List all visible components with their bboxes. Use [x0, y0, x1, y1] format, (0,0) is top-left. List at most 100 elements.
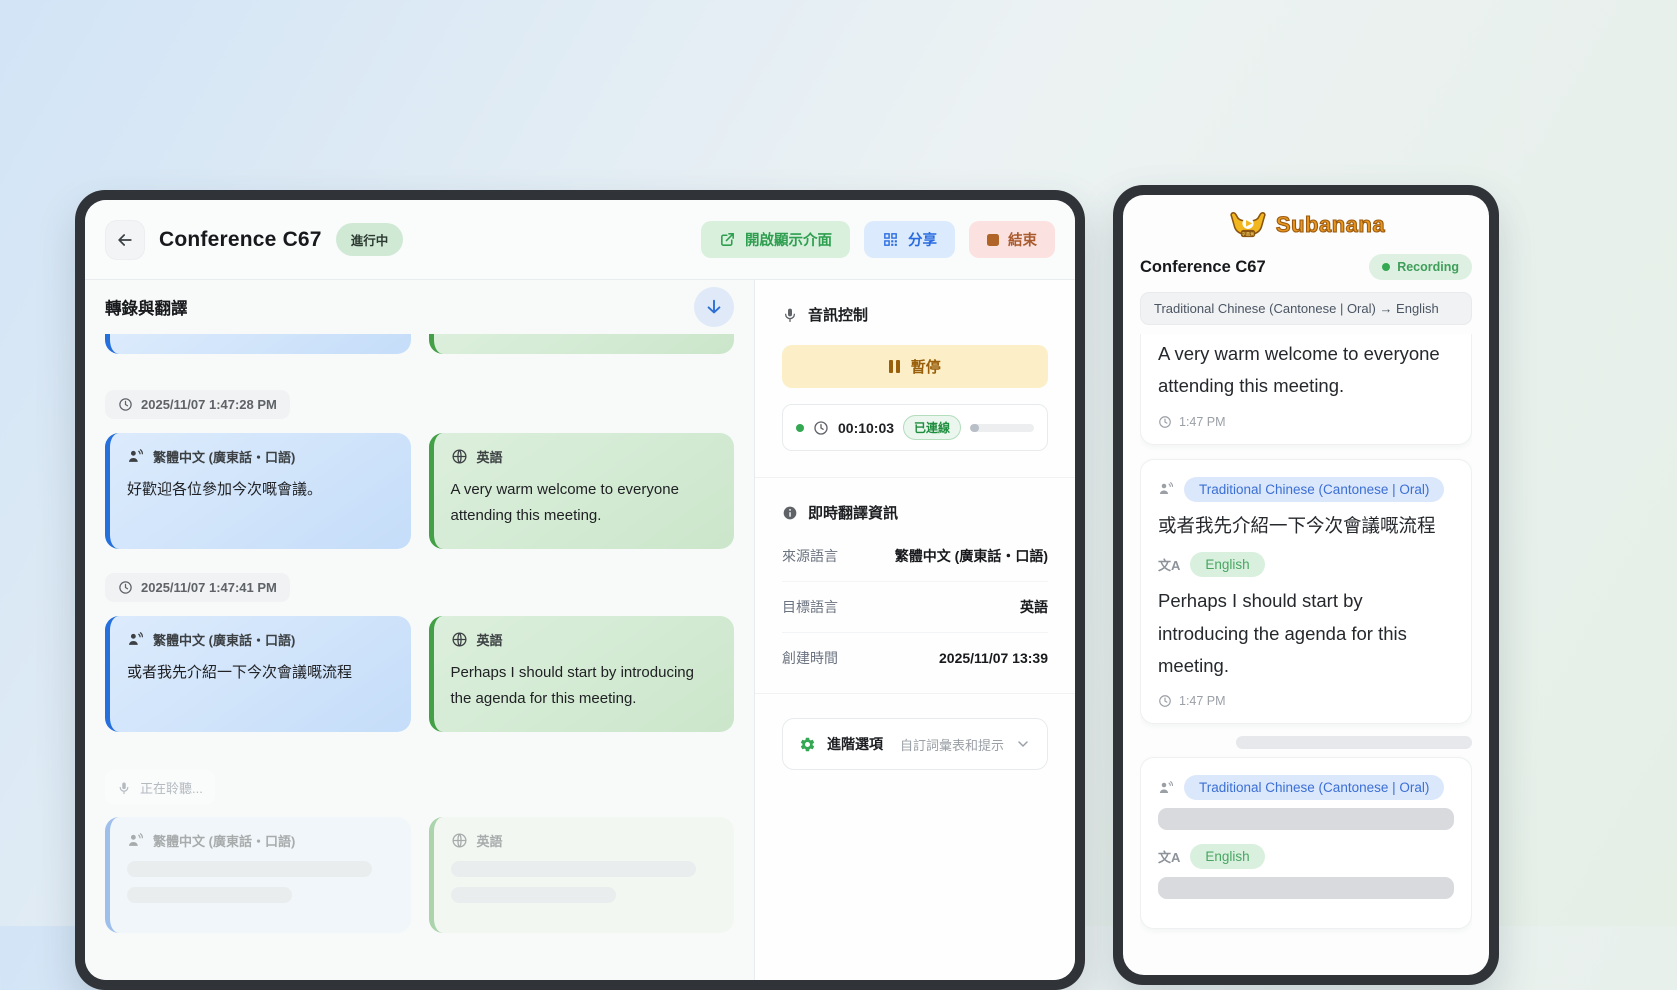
target-language-pill: English [1190, 552, 1264, 577]
info-icon [782, 505, 798, 521]
info-label: 創建時間 [782, 648, 838, 668]
timestamp-pill: 2025/11/07 1:47:28 PM [105, 390, 290, 419]
clipped-target-card [429, 334, 735, 354]
gear-icon [799, 736, 816, 753]
mobile-conference-title: Conference C67 [1140, 258, 1266, 277]
scroll-to-bottom-button[interactable] [694, 287, 734, 327]
divider [755, 477, 1075, 478]
skeleton-bar [127, 861, 372, 877]
translation-info-title: 即時翻譯資訊 [808, 502, 898, 523]
conference-title: Conference C67 [159, 228, 322, 252]
microphone-icon [117, 781, 131, 795]
pending-target-lang: 英語 [477, 831, 503, 850]
recording-dot-icon [1382, 263, 1390, 271]
recording-label: Recording [1397, 260, 1459, 274]
listening-indicator: 正在聆聽... [105, 770, 215, 805]
target-lang-label: 英語 [477, 630, 503, 649]
live-dot-icon [796, 424, 804, 432]
skeleton-bar [451, 887, 616, 903]
audio-control-title: 音訊控制 [808, 304, 868, 325]
speaker-icon [1158, 780, 1174, 796]
share-button[interactable]: 分享 [864, 221, 955, 258]
pause-label: 暫停 [911, 356, 941, 377]
status-badge: 進行中 [336, 223, 404, 256]
external-link-icon [719, 231, 736, 248]
info-value: 繁體中文 (廣東話・口語) [895, 546, 1048, 566]
source-text: 或者我先介紹一下今次會議嘅流程 [1158, 510, 1454, 542]
message-card: A very warm welcome to everyone attendin… [1140, 334, 1472, 445]
mobile-window: 字幕蕉 Subanana Conference C67 Recording Tr… [1113, 185, 1499, 985]
speaker-icon [127, 448, 144, 465]
open-display-label: 開啟顯示介面 [745, 229, 832, 250]
svg-text:字幕蕉: 字幕蕉 [1242, 231, 1256, 238]
back-arrow-icon [115, 230, 135, 250]
source-message-card: 繁體中文 (廣東話・口語) 好歡迎各位參加今次嘅會議。 [105, 433, 411, 549]
microphone-icon [782, 307, 798, 323]
source-message-card: 繁體中文 (廣東話・口語) 或者我先介紹一下今次會議嘅流程 [105, 616, 411, 732]
audio-level-bar [970, 424, 1034, 432]
arrow-down-icon [704, 297, 724, 317]
back-button[interactable] [105, 220, 145, 260]
clock-icon [118, 397, 133, 412]
globe-icon [451, 832, 468, 849]
info-row-source-language: 來源語言 繁體中文 (廣東話・口語) [782, 531, 1048, 582]
globe-icon [451, 448, 468, 465]
message-text: A very warm welcome to everyone attendin… [1158, 338, 1454, 403]
pending-target-card: 英語 [429, 817, 735, 933]
open-display-button[interactable]: 開啟顯示介面 [701, 221, 850, 258]
message-card: Traditional Chinese (Cantonese | Oral) 或… [1140, 459, 1472, 725]
connection-status-row: 00:10:03 已連線 [782, 404, 1048, 451]
message-time: 1:47 PM [1179, 415, 1226, 429]
advanced-options-toggle[interactable]: 進階選項 自訂詞彙表和提示 [782, 718, 1048, 770]
target-lang-label: 英語 [477, 447, 503, 466]
pause-button[interactable]: 暫停 [782, 345, 1048, 388]
connected-badge: 已連線 [903, 415, 961, 440]
clock-icon [118, 580, 133, 595]
divider [755, 693, 1075, 694]
target-text: Perhaps I should start by introducing th… [1158, 585, 1454, 682]
skeleton-bar [1236, 736, 1472, 749]
advanced-options-title: 進階選項 [827, 734, 883, 754]
clock-icon [1158, 694, 1172, 708]
source-text: 或者我先介紹一下今次會議嘅流程 [127, 660, 394, 686]
mobile-message-list[interactable]: A very warm welcome to everyone attendin… [1140, 334, 1472, 975]
target-message-card: 英語 A very warm welcome to everyone atten… [429, 433, 735, 549]
brand-logo: 字幕蕉 Subanana [1140, 209, 1472, 241]
target-message-card: 英語 Perhaps I should start by introducing… [429, 616, 735, 732]
skeleton-bar [451, 861, 696, 877]
brand-name: Subanana [1276, 212, 1385, 238]
transcript-scroll-area[interactable]: 2025/11/07 1:47:28 PM 繁體中文 (廣東話・口語) 好歡迎各… [85, 334, 754, 980]
transcript-section-title: 轉錄與翻譯 [105, 295, 188, 319]
transcript-panel: 轉錄與翻譯 2025/11/07 1:47:28 PM [85, 280, 755, 980]
banana-boat-icon: 字幕蕉 [1227, 209, 1269, 241]
source-lang-label: 繁體中文 (廣東話・口語) [153, 447, 295, 466]
stop-icon [987, 234, 999, 246]
source-language-pill: Traditional Chinese (Cantonese | Oral) [1184, 477, 1444, 502]
desktop-header: Conference C67 進行中 開啟顯示介面 分享 結束 [85, 200, 1075, 280]
source-language-pill: Traditional Chinese (Cantonese | Oral) [1184, 775, 1444, 800]
pause-icon [889, 360, 900, 373]
info-value: 2025/11/07 13:39 [939, 650, 1048, 666]
info-value: 英語 [1020, 597, 1048, 617]
advanced-options-subtitle: 自訂詞彙表和提示 [900, 735, 1004, 754]
clock-icon [1158, 415, 1172, 429]
pending-source-card: 繁體中文 (廣東話・口語) [105, 817, 411, 933]
language-pair-bar: Traditional Chinese (Cantonese | Oral) →… [1140, 292, 1472, 325]
translate-icon: 文A [1158, 555, 1180, 574]
skeleton-bar [127, 887, 292, 903]
translate-icon: 文A [1158, 847, 1180, 866]
end-label: 結束 [1008, 229, 1037, 250]
pending-source-lang: 繁體中文 (廣東話・口語) [153, 831, 295, 850]
info-label: 目標語言 [782, 597, 838, 617]
elapsed-time: 00:10:03 [838, 420, 894, 436]
desktop-window: Conference C67 進行中 開啟顯示介面 分享 結束 轉錄與翻譯 [75, 190, 1085, 990]
timestamp-text: 2025/11/07 1:47:41 PM [141, 580, 277, 595]
skeleton-bar [1158, 808, 1454, 830]
info-row-target-language: 目標語言 英語 [782, 582, 1048, 633]
target-text: Perhaps I should start by introducing th… [451, 660, 718, 711]
qr-code-icon [882, 231, 899, 248]
clock-icon [813, 420, 829, 436]
recording-badge: Recording [1369, 254, 1472, 280]
message-time: 1:47 PM [1179, 694, 1226, 708]
end-button[interactable]: 結束 [969, 221, 1055, 258]
